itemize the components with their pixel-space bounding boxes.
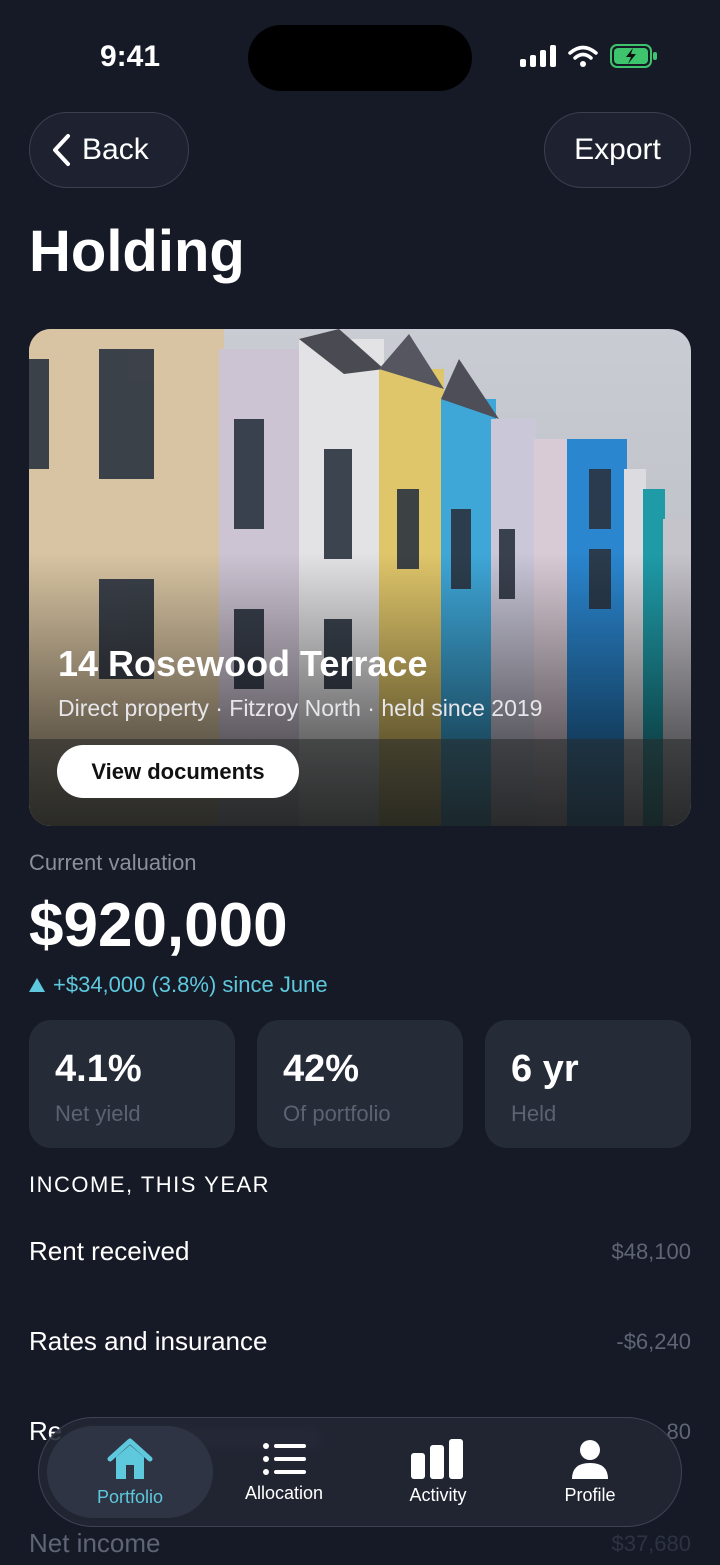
- valuation-amount: $920,000: [29, 891, 288, 960]
- tab-allocation[interactable]: Allocation: [201, 1426, 367, 1518]
- home-icon: [107, 1438, 153, 1479]
- chevron-left-icon: [53, 134, 70, 166]
- valuation-change: +$34,000 (3.8%) since June: [29, 972, 328, 998]
- bar-chart-icon: [411, 1438, 463, 1479]
- tab-portfolio[interactable]: Portfolio: [47, 1426, 213, 1518]
- view-documents-label: View documents: [91, 758, 265, 784]
- tab-activity[interactable]: Activity: [355, 1426, 521, 1518]
- income-row-name: Rates and insurance: [29, 1326, 268, 1356]
- income-row-amount: $37,680: [611, 1530, 691, 1556]
- triangle-up-icon: [29, 978, 45, 992]
- battery-icon: [610, 44, 657, 68]
- dynamic-island: [248, 25, 472, 91]
- tab-label: Allocation: [244, 1482, 324, 1503]
- income-row: Rent received $48,100: [29, 1236, 691, 1267]
- tab-profile[interactable]: Profile: [507, 1426, 673, 1518]
- stat-card-yield: 4.1% Net yield: [29, 1020, 235, 1148]
- stat-card-portfolio: 42% Of portfolio: [257, 1020, 463, 1148]
- property-subtitle: Direct property · Fitzroy North · held s…: [58, 695, 543, 721]
- list-icon: [263, 1442, 306, 1475]
- income-row-amount: $48,100: [611, 1238, 691, 1264]
- export-label: Export: [574, 133, 661, 166]
- income-row-name: Net income: [29, 1528, 161, 1558]
- back-label: Back: [82, 133, 149, 166]
- status-bar: 9:41: [0, 0, 720, 110]
- income-row-name: Rent received: [29, 1236, 190, 1266]
- export-button[interactable]: Export: [544, 112, 691, 188]
- stat-value: 6 yr: [511, 1048, 579, 1090]
- tab-label: Portfolio: [96, 1486, 164, 1507]
- stat-label: Net yield: [55, 1101, 141, 1126]
- tab-label: Profile: [564, 1484, 616, 1505]
- signal-icon: [520, 45, 556, 67]
- stat-value: 42%: [283, 1048, 360, 1090]
- status-icons: [520, 44, 658, 68]
- tab-label: Activity: [409, 1484, 467, 1505]
- tab-bar: Portfolio Allocation Activity Profile: [38, 1417, 682, 1527]
- property-title: 14 Rosewood Terrace: [58, 643, 428, 684]
- property-hero-card: 14 Rosewood Terrace Direct property · Fi…: [29, 329, 691, 826]
- stat-label: Of portfolio: [283, 1101, 391, 1126]
- income-row: Net income $37,680: [29, 1528, 691, 1559]
- back-button[interactable]: Back: [29, 112, 189, 188]
- stat-label: Held: [511, 1101, 557, 1126]
- wifi-icon: [568, 45, 598, 67]
- stat-card-held: 6 yr Held: [485, 1020, 691, 1148]
- valuation-change-text: +$34,000 (3.8%) since June: [53, 972, 328, 997]
- page-title: Holding: [29, 219, 245, 284]
- valuation-label: Current valuation: [29, 850, 197, 875]
- income-row-amount: -$6,240: [616, 1328, 691, 1354]
- person-icon: [572, 1439, 608, 1479]
- status-time: 9:41: [100, 40, 161, 73]
- income-row: Rates and insurance -$6,240: [29, 1326, 691, 1357]
- view-documents-button[interactable]: View documents: [57, 745, 299, 798]
- income-section-heading: INCOME, THIS YEAR: [29, 1172, 271, 1197]
- stat-value: 4.1%: [55, 1048, 142, 1090]
